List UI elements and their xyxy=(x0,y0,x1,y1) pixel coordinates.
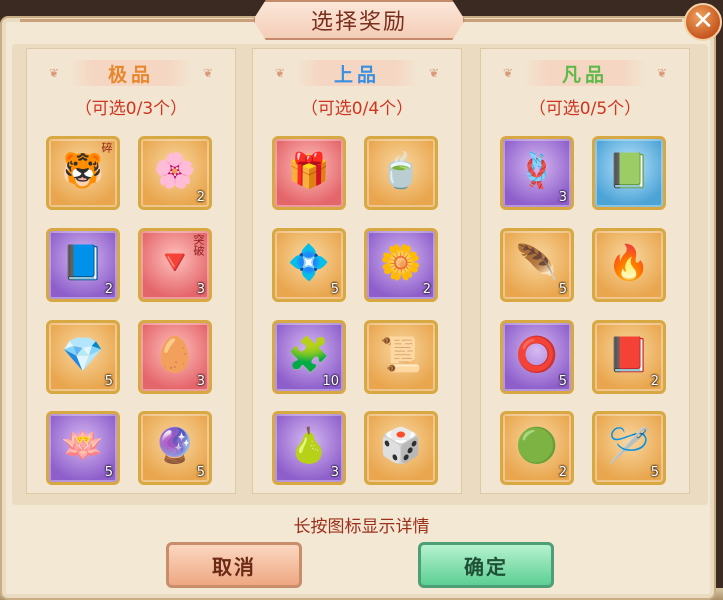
item-count: 5 xyxy=(196,465,205,480)
title-divider-left xyxy=(20,19,260,22)
reward-item[interactable]: 🌸 2 xyxy=(138,136,212,210)
item-count: 3 xyxy=(330,465,339,480)
ornament-icon: ❦ xyxy=(274,66,286,80)
column-title: 极品 xyxy=(69,60,193,86)
item-count: 5 xyxy=(104,374,113,389)
reward-item[interactable]: 🪢 3 xyxy=(500,136,574,210)
column-header: ❦ 凡品 ❦ xyxy=(480,58,690,88)
item-count: 5 xyxy=(650,465,659,480)
item-tag: 碎 xyxy=(100,142,113,153)
magic-scroll-icon: 📜 xyxy=(379,335,423,375)
reward-item[interactable]: 🎁 xyxy=(272,136,346,210)
ornament-icon: ❦ xyxy=(502,66,514,80)
confirm-button[interactable]: 确定 xyxy=(418,542,554,588)
item-count: 5 xyxy=(558,374,567,389)
item-count: 2 xyxy=(650,374,659,389)
reward-item[interactable]: 📜 xyxy=(364,320,438,394)
gift-box-icon: 🎁 xyxy=(287,151,331,191)
item-count: 2 xyxy=(196,190,205,205)
column-title: 凡品 xyxy=(523,60,647,86)
dice-bag-icon: 🎲 xyxy=(379,426,423,466)
reward-item[interactable]: 🧩 10 xyxy=(272,320,346,394)
selection-counter: （可选0/5个） xyxy=(528,99,642,119)
title-divider-right xyxy=(460,19,682,22)
item-count: 5 xyxy=(104,465,113,480)
reward-item[interactable]: 💠 5 xyxy=(272,228,346,302)
dialog-title: 选择奖励 xyxy=(310,10,407,35)
long-press-hint: 长按图标显示详情 xyxy=(293,517,430,537)
reward-item[interactable]: 🪶 5 xyxy=(500,228,574,302)
item-count: 10 xyxy=(322,374,339,389)
close-icon: ✕ xyxy=(692,6,714,36)
item-count: 3 xyxy=(558,190,567,205)
reward-item[interactable]: 🌼 2 xyxy=(364,228,438,302)
reward-item[interactable]: 🔮 5 xyxy=(138,411,212,485)
jade-pendant-icon: 🍵 xyxy=(379,151,423,191)
reward-item[interactable]: 🔻 突破 3 xyxy=(138,228,212,302)
ornament-icon: ❦ xyxy=(202,66,214,80)
ornament-icon: ❦ xyxy=(428,66,440,80)
reward-item[interactable]: 🍵 xyxy=(364,136,438,210)
reward-item[interactable]: 📗 xyxy=(592,136,666,210)
reward-item[interactable]: 🐯 碎 xyxy=(46,136,120,210)
column-header: ❦ 极品 ❦ xyxy=(26,58,236,88)
reward-item[interactable]: 🥚 3 xyxy=(138,320,212,394)
item-count: 5 xyxy=(330,282,339,297)
reward-item[interactable]: ⭕ 5 xyxy=(500,320,574,394)
selection-counter: （可选0/3个） xyxy=(74,99,188,119)
reward-item[interactable]: 🎲 xyxy=(364,411,438,485)
campfire-icon: 🔥 xyxy=(607,243,651,283)
item-tag: 突破 xyxy=(192,234,205,256)
close-button[interactable]: ✕ xyxy=(684,3,722,41)
item-count: 2 xyxy=(422,282,431,297)
column-header: ❦ 上品 ❦ xyxy=(252,58,462,88)
reward-item[interactable]: 💎 5 xyxy=(46,320,120,394)
ornament-icon: ❦ xyxy=(48,66,60,80)
reward-item[interactable]: 🔥 xyxy=(592,228,666,302)
item-count: 5 xyxy=(558,282,567,297)
reward-item[interactable]: 🪷 5 xyxy=(46,411,120,485)
item-count: 2 xyxy=(104,282,113,297)
blue-tome-icon: 📗 xyxy=(607,151,651,191)
column-title: 上品 xyxy=(295,60,419,86)
reward-item[interactable]: 🍐 3 xyxy=(272,411,346,485)
selection-counter: （可选0/4个） xyxy=(300,99,414,119)
cancel-button[interactable]: 取消 xyxy=(166,542,302,588)
item-count: 3 xyxy=(196,374,205,389)
item-count: 3 xyxy=(196,282,205,297)
reward-item[interactable]: 📘 2 xyxy=(46,228,120,302)
item-count: 2 xyxy=(558,465,567,480)
reward-item[interactable]: 🪡 5 xyxy=(592,411,666,485)
reward-item[interactable]: 📕 2 xyxy=(592,320,666,394)
dialog-title-banner: 选择奖励 xyxy=(253,0,465,40)
ornament-icon: ❦ xyxy=(656,66,668,80)
reward-item[interactable]: 🟢 2 xyxy=(500,411,574,485)
